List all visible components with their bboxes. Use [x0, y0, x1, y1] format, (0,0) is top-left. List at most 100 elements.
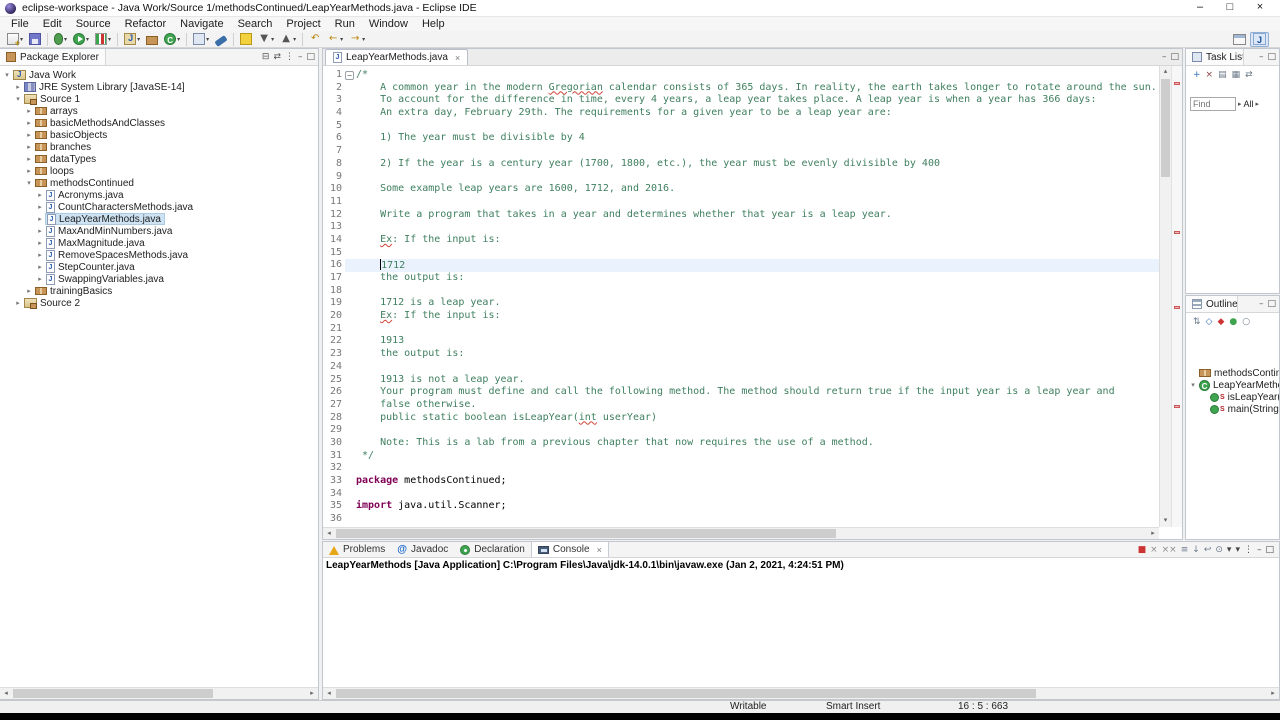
scroll-left-icon[interactable]: ◂: [0, 688, 12, 699]
code-line-22[interactable]: 22 1913: [323, 335, 1159, 348]
forward-button[interactable]: → ▾: [347, 32, 367, 47]
window-minimize-button[interactable]: –: [1185, 0, 1215, 16]
tree-item-basicmethodsandclasses[interactable]: ▸ basicMethodsAndClasses: [0, 117, 318, 129]
remove-all-launches-icon[interactable]: ××: [1162, 544, 1177, 556]
new-task-icon[interactable]: +: [1193, 69, 1201, 81]
maximize-icon[interactable]: □: [1267, 298, 1276, 310]
code-line-33[interactable]: 33 package methodsContinued;: [323, 475, 1159, 488]
minimize-icon[interactable]: –: [1259, 51, 1264, 63]
last-edit-location-button[interactable]: ↶: [307, 32, 323, 47]
menu-run[interactable]: Run: [328, 17, 362, 31]
code-line-34[interactable]: 34: [323, 488, 1159, 501]
collapse-all-icon[interactable]: ⊟: [262, 51, 270, 63]
collapsed-arrow-icon[interactable]: ▸: [24, 167, 34, 175]
collapsed-arrow-icon[interactable]: ▸: [35, 239, 45, 247]
overview-ruler[interactable]: [1171, 66, 1182, 527]
spelling-annotation-mark[interactable]: [1174, 305, 1180, 309]
code-line-8[interactable]: 8 2) If the year is a century year (1700…: [323, 158, 1159, 171]
menu-source[interactable]: Source: [69, 17, 118, 31]
link-with-editor-icon[interactable]: ⇄: [273, 51, 281, 63]
remove-task-icon[interactable]: ×: [1206, 69, 1214, 81]
package-explorer-hscrollbar[interactable]: ◂ ▸: [0, 687, 318, 699]
tree-item-loops[interactable]: ▸ loops: [0, 165, 318, 177]
tab-console[interactable]: Console ×: [530, 542, 609, 557]
menu-edit[interactable]: Edit: [36, 17, 69, 31]
collapsed-arrow-icon[interactable]: ▸: [24, 155, 34, 163]
maximize-icon[interactable]: □: [1267, 51, 1276, 63]
code-line-25[interactable]: 25 1913 is not a leap year.: [323, 374, 1159, 387]
open-perspective-button[interactable]: [1231, 32, 1248, 47]
menu-project[interactable]: Project: [279, 17, 327, 31]
scrollbar-thumb[interactable]: [1161, 79, 1170, 177]
sync-icon[interactable]: ⇄: [1245, 69, 1253, 81]
remove-launch-icon[interactable]: ×: [1150, 544, 1158, 556]
tab-task-list[interactable]: Task List: [1186, 49, 1244, 65]
tree-item-stepcounter-java[interactable]: ▸StepCounter.java: [0, 261, 318, 273]
find-input[interactable]: [1190, 97, 1236, 111]
outline-item-main-string[interactable]: Smain(String[]): [1186, 403, 1279, 415]
code-line-21[interactable]: 21: [323, 323, 1159, 336]
display-console-icon[interactable]: ▾: [1227, 544, 1232, 556]
minimize-icon[interactable]: –: [1259, 298, 1264, 310]
terminate-icon[interactable]: ■: [1138, 544, 1147, 556]
new-wizard-button[interactable]: ▾: [5, 32, 25, 48]
console-hscrollbar[interactable]: ◂ ▸: [323, 687, 1279, 699]
minimize-icon[interactable]: –: [1257, 544, 1262, 556]
scroll-right-icon[interactable]: ▸: [1267, 688, 1279, 699]
code-line-7[interactable]: 7: [323, 145, 1159, 158]
tree-item-leapyearmethods-java[interactable]: ▸LeapYearMethods.java: [0, 213, 318, 225]
spelling-annotation-mark[interactable]: [1174, 82, 1180, 86]
scroll-down-icon[interactable]: ▾: [1160, 515, 1171, 527]
tree-item-basicobjects[interactable]: ▸ basicObjects: [0, 129, 318, 141]
categorized-icon[interactable]: ▤: [1218, 69, 1227, 81]
word-wrap-icon[interactable]: ↩: [1204, 544, 1212, 556]
expanded-arrow-icon[interactable]: ▾: [2, 71, 12, 79]
scrollbar-thumb[interactable]: [13, 689, 213, 698]
console-output[interactable]: LeapYearMethods [Java Application] C:\Pr…: [323, 558, 1279, 687]
window-close-button[interactable]: ×: [1245, 0, 1275, 16]
editor-vscrollbar[interactable]: ▴ ▾: [1159, 66, 1171, 527]
tab-javadoc[interactable]: @ Javadoc: [391, 542, 454, 557]
outline-item-isleapyear-int[interactable]: SisLeapYear(int): [1186, 391, 1279, 403]
clear-console-icon[interactable]: ≡: [1181, 544, 1189, 556]
hide-non-public-icon[interactable]: ●: [1229, 316, 1237, 328]
code-line-26[interactable]: 26 Your program must define and call the…: [323, 386, 1159, 399]
editor-hscrollbar[interactable]: ◂ ▸: [323, 527, 1159, 539]
code-line-4[interactable]: 4 An extra day, February 29th. The requi…: [323, 107, 1159, 120]
hide-static-members-icon[interactable]: ◆: [1217, 316, 1224, 328]
code-line-6[interactable]: 6 1) The year must be divisible by 4: [323, 132, 1159, 145]
code-line-19[interactable]: 19 1712 is a leap year.: [323, 297, 1159, 310]
tree-item-java-work[interactable]: ▾Java Work: [0, 69, 318, 81]
maximize-icon[interactable]: □: [306, 51, 315, 63]
tree-item-maxandminnumbers-java[interactable]: ▸MaxAndMinNumbers.java: [0, 225, 318, 237]
tab-leapyearmethods-java[interactable]: LeapYearMethods.java ×: [325, 49, 469, 65]
code-line-27[interactable]: 27 false otherwise.: [323, 399, 1159, 412]
code-line-11[interactable]: 11: [323, 196, 1159, 209]
tree-item-arrays[interactable]: ▸ arrays: [0, 105, 318, 117]
maximize-icon[interactable]: □: [1265, 544, 1274, 556]
expanded-arrow-icon[interactable]: ▾: [24, 179, 34, 187]
scroll-up-icon[interactable]: ▴: [1160, 66, 1171, 78]
maximize-icon[interactable]: □: [1170, 51, 1179, 63]
menu-file[interactable]: File: [4, 17, 36, 31]
code-line-32[interactable]: 32: [323, 462, 1159, 475]
pin-console-icon[interactable]: ⊙: [1215, 544, 1223, 556]
save-button[interactable]: [27, 32, 43, 47]
scrollbar-thumb[interactable]: [336, 529, 836, 538]
open-console-icon[interactable]: ▾: [1235, 544, 1240, 556]
menu-search[interactable]: Search: [231, 17, 280, 31]
open-task-button[interactable]: ▾: [191, 32, 211, 47]
code-line-31[interactable]: 31 */: [323, 450, 1159, 463]
collapsed-arrow-icon[interactable]: ▸: [35, 191, 45, 199]
tree-item-branches[interactable]: ▸ branches: [0, 141, 318, 153]
view-menu-icon[interactable]: ⋮: [285, 51, 294, 63]
hide-local-types-icon[interactable]: ○: [1242, 316, 1250, 328]
tree-item-removespacesmethods-java[interactable]: ▸RemoveSpacesMethods.java: [0, 249, 318, 261]
collapsed-arrow-icon[interactable]: ▸: [24, 107, 34, 115]
collapsed-arrow-icon[interactable]: ▸: [13, 299, 23, 307]
view-menu-icon[interactable]: ⋮: [1244, 544, 1253, 556]
scroll-left-icon[interactable]: ◂: [323, 688, 335, 699]
tab-declaration[interactable]: Declaration: [454, 542, 531, 557]
code-line-15[interactable]: 15: [323, 247, 1159, 260]
code-editor[interactable]: 1−/* 2 A common year in the modern Gregor…: [323, 66, 1159, 527]
